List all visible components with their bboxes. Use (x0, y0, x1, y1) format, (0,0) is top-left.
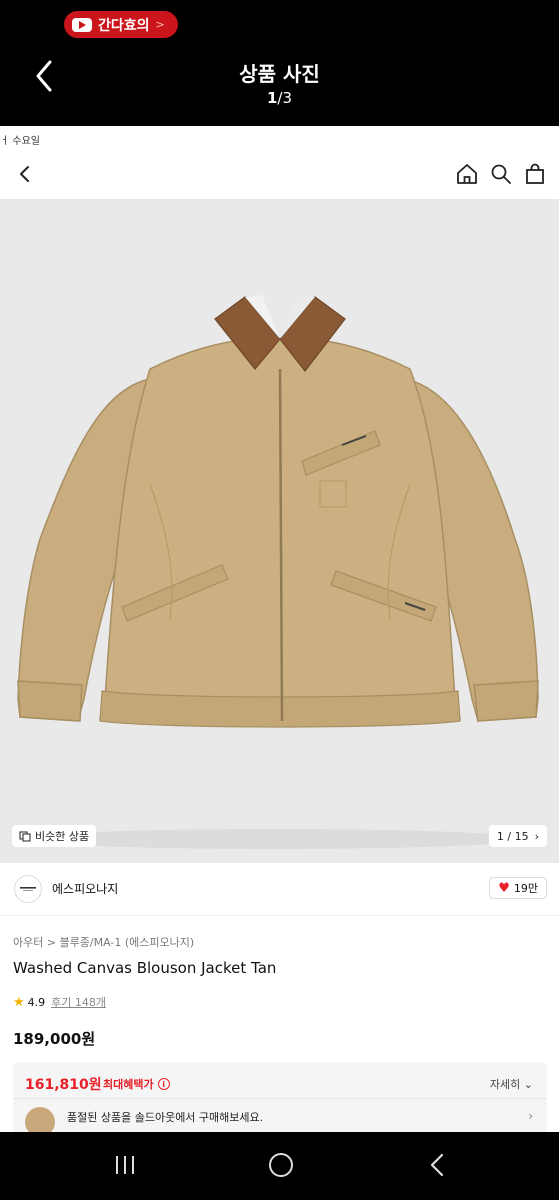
similar-icon (19, 831, 31, 842)
system-nav-bar (0, 1132, 559, 1200)
similar-products-label: 비슷한 상품 (35, 830, 90, 843)
like-button[interactable]: ♥ 19만 (489, 877, 547, 899)
similar-products-button[interactable]: 비슷한 상품 (12, 825, 97, 847)
back-chevron-icon[interactable] (14, 162, 36, 186)
soldout-banner[interactable]: 품절된 상품을 솔드아웃에서 구매해보세요. › (13, 1098, 547, 1132)
info-icon[interactable]: i (157, 1078, 170, 1090)
image-counter: 1 / 15 (496, 829, 529, 843)
photo-total: 3 (282, 89, 293, 107)
screen: 간다효의 > 상품 사진 1/3 ㅓ 수요일 비슷한 상품 1 / 15 › 에… (0, 0, 559, 1200)
home-button-icon[interactable] (269, 1153, 293, 1177)
bag-icon[interactable] (523, 162, 547, 186)
image-counter-button[interactable]: 1 / 15 › (488, 825, 547, 847)
heart-icon: ♥ (498, 880, 510, 896)
viewer-header: 간다효의 > 상품 사진 1/3 (0, 0, 559, 126)
chevron-right-icon: › (528, 1109, 533, 1123)
brand-logo (14, 875, 42, 903)
product-title: Washed Canvas Blouson Jacket Tan (13, 959, 277, 977)
viewer-title: 상품 사진 (239, 62, 320, 86)
youtube-pill-label: 간다효의 (98, 17, 150, 34)
rating-value: 4.9 (27, 995, 46, 1009)
chevron-right-icon: › (534, 829, 539, 843)
product-price: 189,000원 (13, 1030, 96, 1048)
breadcrumb[interactable]: 아우터 > 블루종/MA-1 (에스피오나지) (13, 934, 194, 950)
brand-name: 에스피오나지 (52, 882, 119, 896)
review-link[interactable]: 후기 148개 (51, 994, 106, 1010)
search-icon[interactable] (489, 162, 513, 186)
product-page-screenshot: ㅓ 수요일 비슷한 상품 1 / 15 › 에스피오나지 ♥ 19만 아우터 >… (0, 126, 559, 1132)
jacket-illustration (17, 295, 539, 849)
benefit-detail-toggle[interactable]: 자세히 ⌄ (490, 1076, 533, 1092)
star-icon: ★ (13, 994, 25, 1010)
photo-counter: 1/3 (0, 89, 559, 107)
benefit-price: 161,810원 (25, 1077, 102, 1093)
photo-current: 1 (266, 89, 278, 107)
rating-row: ★ 4.9 후기 148개 (13, 994, 106, 1010)
like-count: 19만 (513, 882, 538, 895)
nav-back-icon[interactable] (428, 1152, 446, 1178)
home-icon[interactable] (455, 162, 479, 186)
soldout-text: 품절된 상품을 솔드아웃에서 구매해보세요. (67, 1111, 264, 1124)
brand-logo-mark (20, 887, 36, 891)
status-fragment: ㅓ 수요일 (0, 136, 40, 147)
recent-apps-icon[interactable] (113, 1154, 137, 1176)
youtube-back-pill[interactable]: 간다효의 > (64, 11, 178, 38)
soldout-thumbnail (25, 1107, 55, 1132)
benefit-box: 161,810원 최대혜택가 i 자세히 ⌄ 품절된 상품을 솔드아웃에서 구매… (13, 1062, 547, 1132)
benefit-label: 최대혜택가 i (103, 1076, 170, 1092)
product-image[interactable]: 비슷한 상품 1 / 15 › (0, 199, 559, 863)
brand-row[interactable]: 에스피오나지 ♥ 19만 (0, 871, 559, 916)
benefit-label-text: 최대혜택가 (103, 1078, 154, 1091)
chevron-down-icon: ⌄ (523, 1078, 533, 1091)
page-header (0, 150, 559, 198)
benefit-detail-label: 자세히 (489, 1078, 521, 1091)
youtube-icon (72, 17, 92, 32)
chevron-right-icon: > (155, 18, 165, 31)
